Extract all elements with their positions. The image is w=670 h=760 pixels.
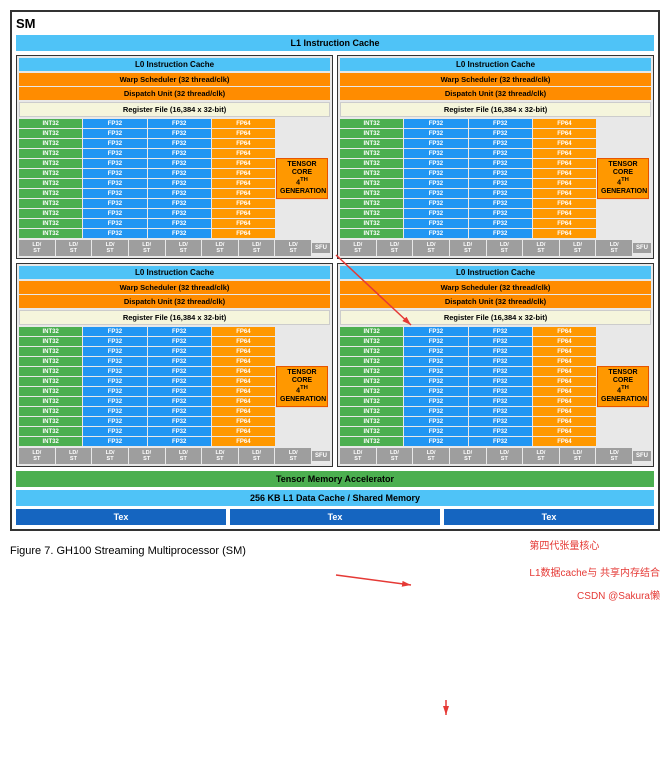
annotation-fourth-gen: 第四代张量核心	[529, 537, 660, 552]
cuda-rows-bl: INT32FP32FP32FP64 INT32FP32FP32FP64 INT3…	[19, 327, 275, 446]
tex-unit-1: Tex	[16, 509, 226, 525]
cuda-rows-tl: INT32FP32FP32FP64 INT32FP32FP32FP64 INT3…	[19, 119, 275, 238]
tensor-core-label-tr: TENSOR CORE4TH GENERATION	[597, 158, 649, 200]
register-file-bl: Register File (16,384 x 32-bit)	[19, 310, 330, 325]
l0-cache-tl: L0 Instruction Cache	[19, 58, 330, 71]
dispatch-unit-tr: Dispatch Unit (32 thread/clk)	[340, 87, 651, 100]
cuda-section-bl: INT32FP32FP32FP64 INT32FP32FP32FP64 INT3…	[19, 327, 330, 446]
tex-unit-3: Tex	[444, 509, 654, 525]
bottom-quadrant-row: L0 Instruction Cache Warp Scheduler (32 …	[16, 263, 654, 467]
l0-cache-bl: L0 Instruction Cache	[19, 266, 330, 279]
tensor-core-label-bl: TENSOR CORE4TH GENERATION	[276, 366, 328, 408]
tex-row: Tex Tex Tex	[16, 509, 654, 525]
quadrant-top-left: L0 Instruction Cache Warp Scheduler (32 …	[16, 55, 333, 259]
dispatch-unit-tl: Dispatch Unit (32 thread/clk)	[19, 87, 330, 100]
l1-data-cache: 256 KB L1 Data Cache / Shared Memory	[16, 490, 654, 506]
dispatch-unit-br: Dispatch Unit (32 thread/clk)	[340, 295, 651, 308]
sm-title: SM	[16, 16, 654, 31]
tensor-core-label-br: TENSOR CORE4TH GENERATION	[597, 366, 649, 408]
tensor-core-label-tl: TENSOR CORE4TH GENERATION	[276, 158, 328, 200]
register-file-tr: Register File (16,384 x 32-bit)	[340, 102, 651, 117]
quadrant-bottom-right: L0 Instruction Cache Warp Scheduler (32 …	[337, 263, 654, 467]
warp-scheduler-tr: Warp Scheduler (32 thread/clk)	[340, 73, 651, 86]
sfu-row-br: LD/STLD/STLD/STLD/STLD/STLD/STLD/STLD/ST…	[340, 448, 651, 464]
register-file-tl: Register File (16,384 x 32-bit)	[19, 102, 330, 117]
quadrant-bottom-left: L0 Instruction Cache Warp Scheduler (32 …	[16, 263, 333, 467]
sfu-row-tr: LD/STLD/STLD/STLD/STLD/STLD/STLD/STLD/ST…	[340, 240, 651, 256]
l0-cache-tr: L0 Instruction Cache	[340, 58, 651, 71]
top-quadrant-row: L0 Instruction Cache Warp Scheduler (32 …	[16, 55, 654, 259]
register-file-br: Register File (16,384 x 32-bit)	[340, 310, 651, 325]
sfu-row-tl: LD/STLD/STLD/STLD/STLD/STLD/STLD/STLD/ST…	[19, 240, 330, 256]
sm-container: SM L1 Instruction Cache L0 Instruction C…	[10, 10, 660, 531]
sfu-bl: SFU	[312, 451, 330, 461]
tex-unit-2: Tex	[230, 509, 440, 525]
cuda-section-br: INT32FP32FP32FP64 INT32FP32FP32FP64 INT3…	[340, 327, 651, 446]
warp-scheduler-bl: Warp Scheduler (32 thread/clk)	[19, 281, 330, 294]
cuda-rows-br: INT32FP32FP32FP64 INT32FP32FP32FP64 INT3…	[340, 327, 596, 446]
quadrant-top-right: L0 Instruction Cache Warp Scheduler (32 …	[337, 55, 654, 259]
l1-instruction-cache: L1 Instruction Cache	[16, 35, 654, 51]
l0-cache-br: L0 Instruction Cache	[340, 266, 651, 279]
dispatch-unit-bl: Dispatch Unit (32 thread/clk)	[19, 295, 330, 308]
tensor-memory-accelerator: Tensor Memory Accelerator	[16, 471, 654, 487]
sfu-tr: SFU	[633, 243, 651, 253]
cuda-section-tl: INT32FP32FP32FP64 INT32FP32FP32FP64 INT3…	[19, 119, 330, 238]
csdn-attribution: CSDN @Sakura懒	[529, 587, 660, 602]
cuda-rows-tr: INT32FP32FP32FP64 INT32FP32FP32FP64 INT3…	[340, 119, 596, 238]
page: SM L1 Instruction Cache L0 Instruction C…	[0, 0, 670, 612]
sfu-br: SFU	[633, 451, 651, 461]
sfu-row-bl: LD/STLD/STLD/STLD/STLD/STLD/STLD/STLD/ST…	[19, 448, 330, 464]
annotation-l1-cache: L1数据cache与 共享内存结合	[529, 564, 660, 579]
sfu-tl: SFU	[312, 243, 330, 253]
cuda-section-tr: INT32FP32FP32FP64 INT32FP32FP32FP64 INT3…	[340, 119, 651, 238]
warp-scheduler-br: Warp Scheduler (32 thread/clk)	[340, 281, 651, 294]
warp-scheduler-tl: Warp Scheduler (32 thread/clk)	[19, 73, 330, 86]
figure-caption: Figure 7. GH100 Streaming Multiprocessor…	[10, 545, 519, 557]
